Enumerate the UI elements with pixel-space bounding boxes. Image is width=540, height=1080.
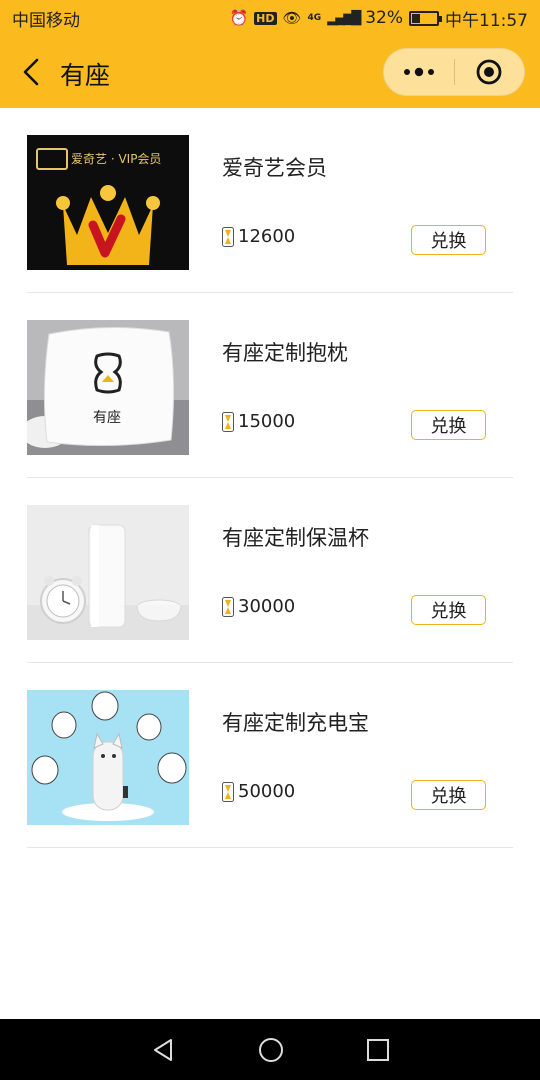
- more-dots-icon: [403, 67, 434, 77]
- back-button[interactable]: [14, 54, 48, 90]
- hourglass-icon: [222, 411, 234, 432]
- list-item: 爱奇艺 · VIP会员 爱奇艺会员 12600 兑换: [0, 108, 540, 293]
- divider: [27, 847, 513, 848]
- points-value: 12600: [238, 226, 296, 247]
- product-points: 30000: [222, 596, 295, 617]
- recents-square-icon[interactable]: [366, 1038, 390, 1062]
- points-value: 30000: [238, 596, 296, 617]
- product-points: 50000: [222, 781, 295, 802]
- iqiyi-banner-text: 爱奇艺 · VIP会员: [71, 152, 162, 166]
- product-points: 15000: [222, 411, 295, 432]
- close-mini-program-button[interactable]: [455, 48, 525, 96]
- carrier-label: 中国移动: [12, 10, 80, 31]
- product-image-thermos: [27, 505, 189, 640]
- product-name: 有座定制充电宝: [222, 711, 369, 735]
- redeem-button[interactable]: 兑换: [411, 595, 486, 625]
- system-nav-bar: [0, 1019, 540, 1080]
- signal-icon: ▂▄▆█: [327, 10, 361, 26]
- status-bar: 中国移动 ⏰ HD 👁 4G ▂▄▆█ 32% 中午11:57: [0, 0, 540, 36]
- target-close-icon: [476, 59, 502, 85]
- product-name: 有座定制保温杯: [222, 526, 369, 550]
- hd-icon: HD: [254, 11, 277, 25]
- mini-program-capsule: [383, 48, 525, 96]
- points-value: 50000: [238, 781, 296, 802]
- chevron-left-icon: [23, 58, 39, 86]
- product-image-pillow: 有座: [27, 320, 189, 455]
- pillow-logo-text: 有座: [93, 410, 121, 426]
- product-list: 爱奇艺 · VIP会员 爱奇艺会员 12600 兑换 有座 有座定制抱枕 150…: [0, 108, 540, 848]
- product-points: 12600: [222, 226, 295, 247]
- list-item: 有座定制保温杯 30000 兑换: [0, 478, 540, 663]
- battery-percent: 32%: [365, 8, 403, 28]
- more-button[interactable]: [384, 48, 454, 96]
- product-name: 有座定制抱枕: [222, 341, 348, 365]
- list-item: 有座定制充电宝 50000 兑换: [0, 663, 540, 848]
- redeem-button[interactable]: 兑换: [411, 225, 486, 255]
- back-triangle-icon[interactable]: [150, 1037, 176, 1063]
- redeem-button[interactable]: 兑换: [411, 410, 486, 440]
- home-circle-icon[interactable]: [257, 1036, 285, 1064]
- product-image-power-bank: [27, 690, 189, 825]
- product-image-iqiyi: 爱奇艺 · VIP会员: [27, 135, 189, 270]
- eye-icon: 👁: [282, 9, 302, 27]
- hourglass-icon: [222, 226, 234, 247]
- redeem-button[interactable]: 兑换: [411, 780, 486, 810]
- alarm-icon: ⏰: [229, 9, 249, 27]
- page-title: 有座: [60, 61, 111, 90]
- product-name: 爱奇艺会员: [222, 156, 327, 180]
- list-item: 有座 有座定制抱枕 15000 兑换: [0, 293, 540, 478]
- status-icons: ⏰ HD 👁 4G ▂▄▆█ 32% 中午11:57: [229, 6, 528, 31]
- clock: 中午11:57: [445, 10, 528, 31]
- network-label: 4G: [307, 13, 322, 23]
- nav-bar: 有座: [0, 36, 540, 108]
- hourglass-icon: [222, 596, 234, 617]
- hourglass-icon: [222, 781, 234, 802]
- battery-icon: [409, 10, 442, 26]
- points-value: 15000: [238, 411, 296, 432]
